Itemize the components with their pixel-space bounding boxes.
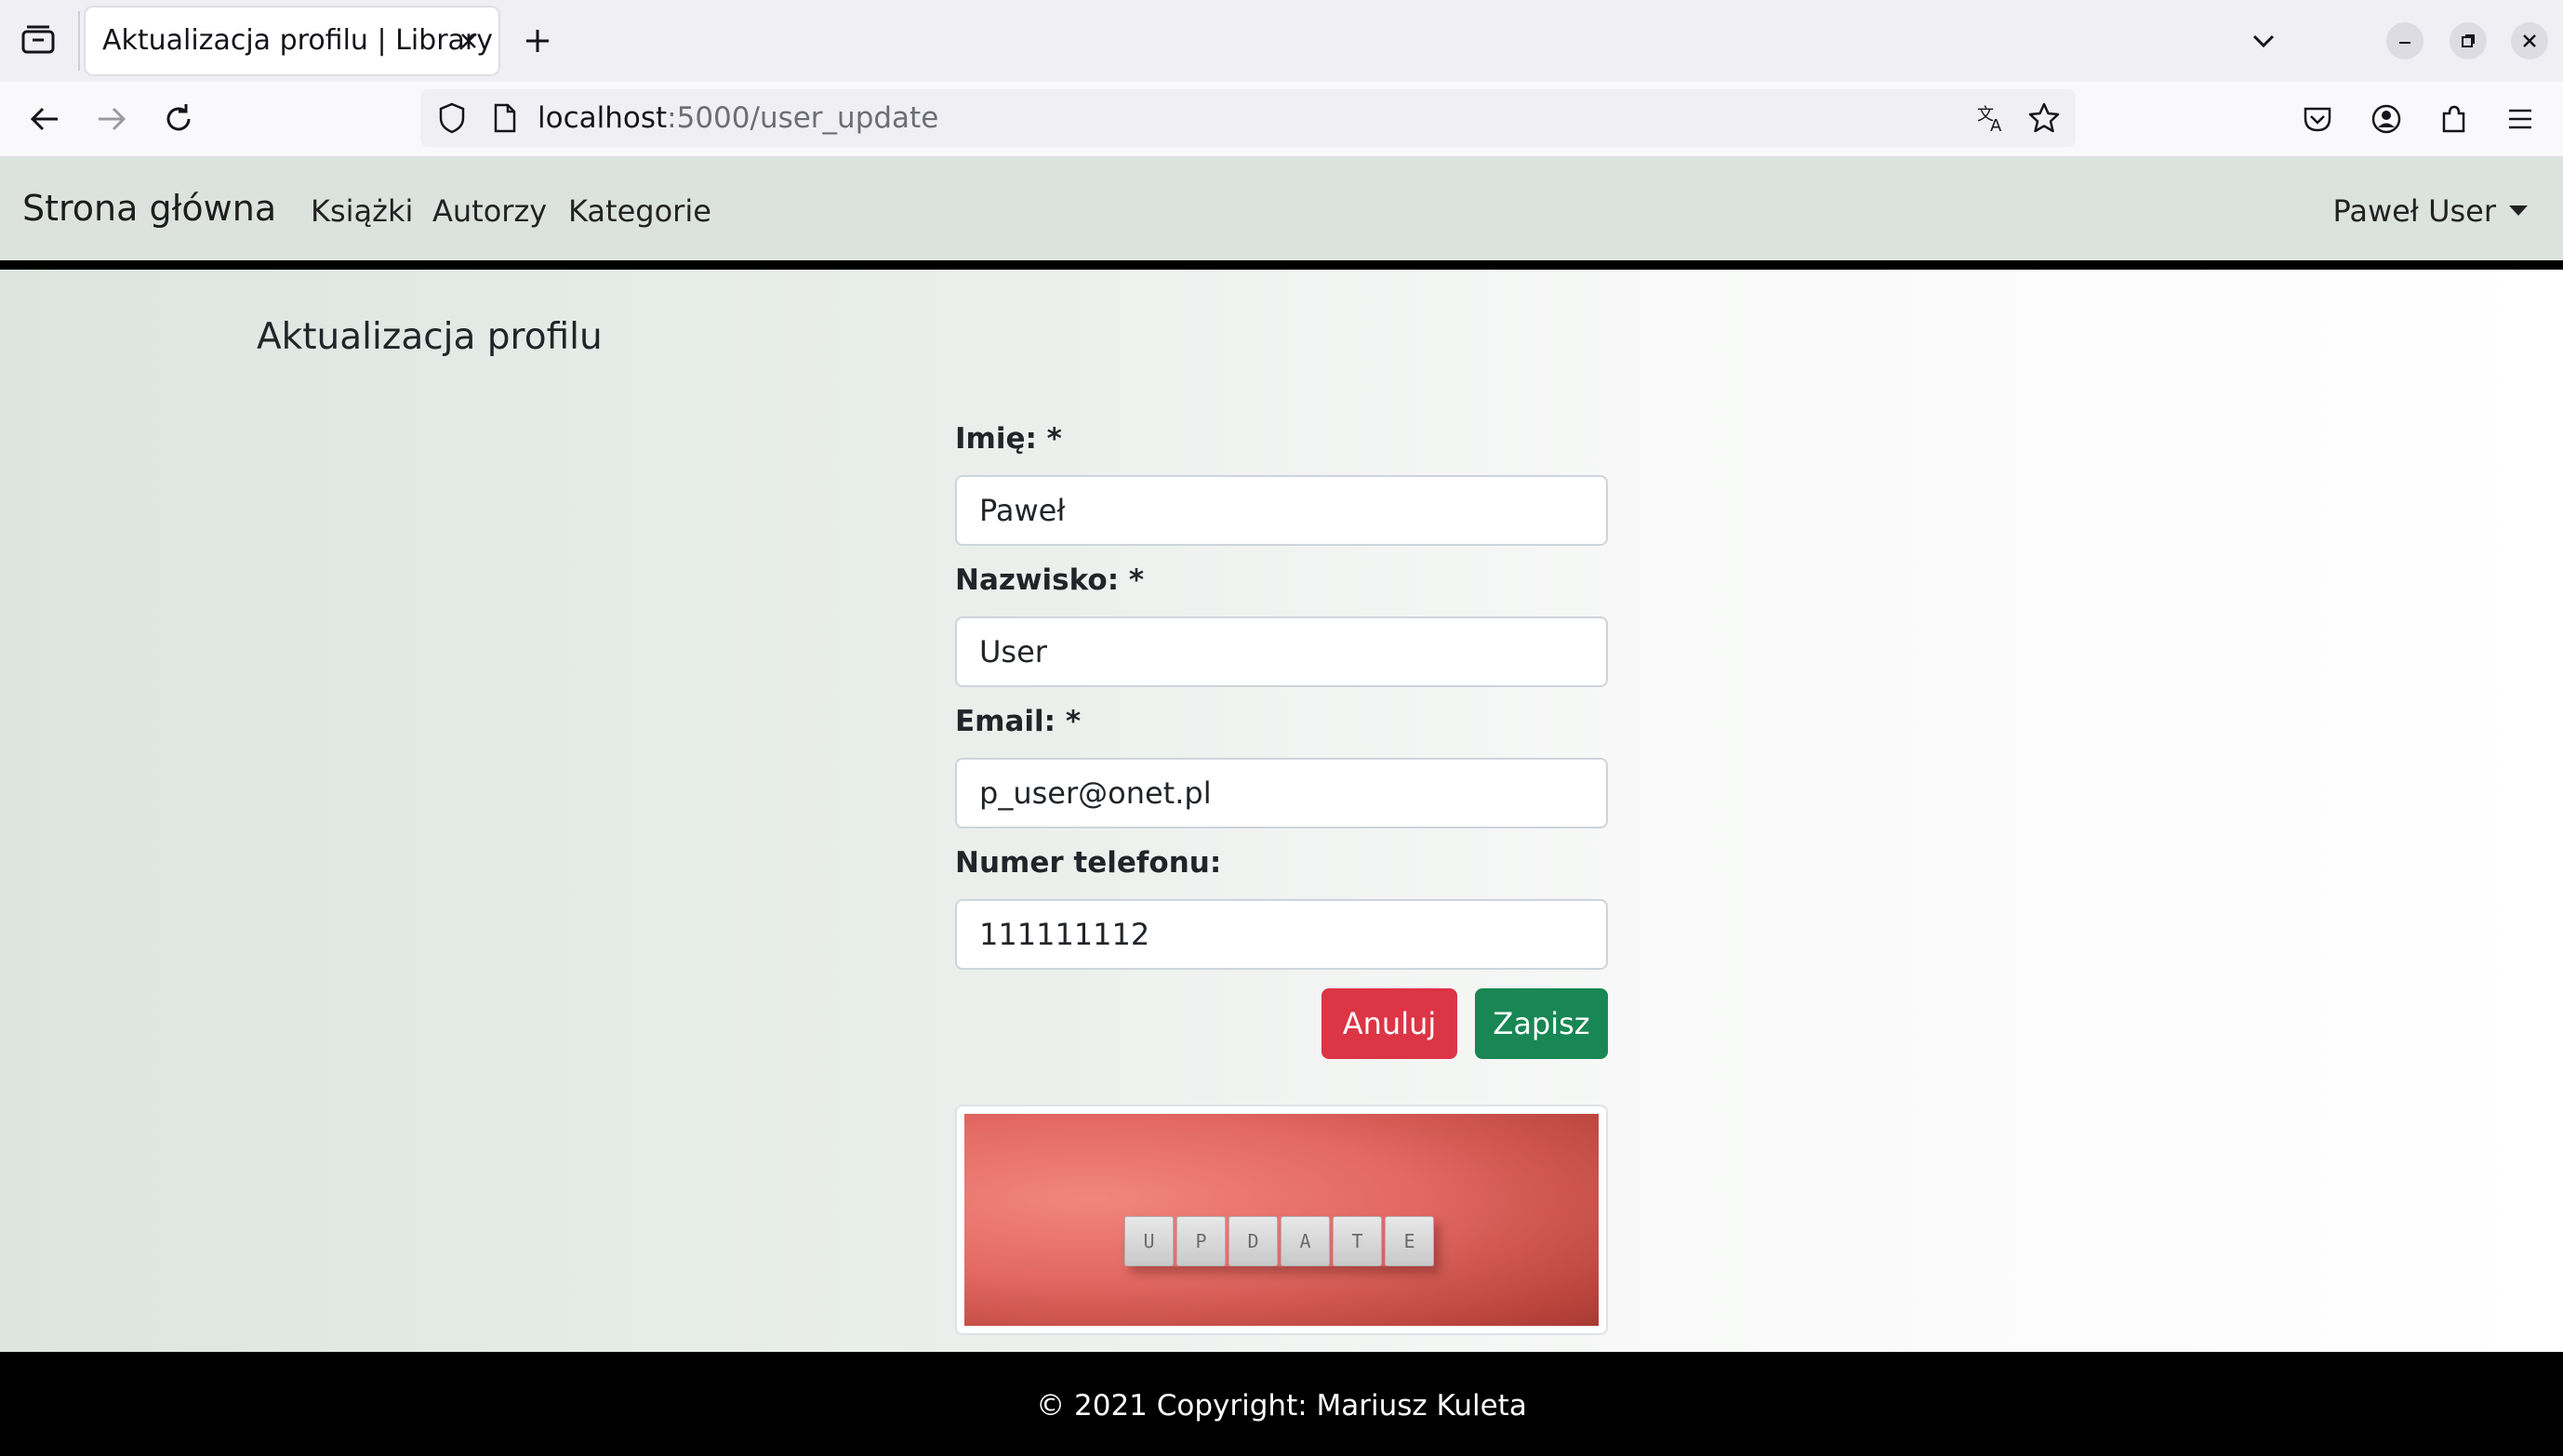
page-icon[interactable]: [485, 99, 523, 137]
restore-icon: [2462, 34, 2475, 47]
account-icon[interactable]: [2368, 100, 2405, 138]
nav-link-categories[interactable]: Kategorie: [568, 193, 711, 229]
caret-down-icon: [2509, 205, 2528, 216]
save-button[interactable]: Zapisz: [1475, 988, 1608, 1059]
nav-link-books[interactable]: Książki: [311, 193, 413, 229]
update-image-card: U P D A T E: [955, 1105, 1608, 1335]
letter-tile: P: [1176, 1216, 1226, 1266]
browser-tab-active[interactable]: Aktualizacja profilu | Library: [86, 7, 498, 74]
tab-title: Aktualizacja profilu | Library: [102, 24, 493, 57]
minimize-icon: [2399, 42, 2410, 44]
first-name-label: Imię: *: [955, 422, 1062, 456]
address-bar[interactable]: localhost:5000/user_update 文 A: [420, 89, 2076, 147]
letter-tiles: U P D A T E: [1124, 1216, 1434, 1266]
minimize-window-button[interactable]: [2386, 22, 2424, 60]
browser-tab-strip: Aktualizacja profilu | Library: [0, 0, 2563, 82]
close-window-button[interactable]: [2511, 22, 2548, 60]
shield-icon[interactable]: [433, 99, 471, 137]
user-name: Paweł User: [2332, 193, 2496, 229]
bookmark-star-icon[interactable]: [2025, 99, 2063, 137]
letter-tile: T: [1333, 1216, 1382, 1266]
back-icon[interactable]: [26, 100, 63, 138]
first-name-field[interactable]: [955, 475, 1608, 546]
page-title: Aktualizacja profilu: [257, 316, 603, 358]
url-path: :5000/user_update: [667, 101, 939, 135]
pocket-icon[interactable]: [2299, 100, 2336, 138]
url-text[interactable]: localhost:5000/user_update: [538, 101, 938, 135]
forward-icon[interactable]: [93, 100, 130, 138]
brand-home-link[interactable]: Strona główna: [22, 188, 276, 229]
email-field[interactable]: [955, 758, 1608, 828]
reload-icon[interactable]: [160, 100, 197, 138]
site-navbar: Strona główna Książki Autorzy Kategorie …: [0, 158, 2563, 270]
close-icon: [2523, 34, 2536, 47]
tab-list-icon[interactable]: [20, 24, 56, 56]
page-footer: © 2021 Copyright: Mariusz Kuleta: [0, 1352, 2563, 1456]
letter-tile: A: [1281, 1216, 1330, 1266]
cancel-button[interactable]: Anuluj: [1321, 988, 1457, 1059]
user-dropdown[interactable]: Paweł User: [2332, 193, 2528, 229]
close-tab-icon[interactable]: [454, 26, 484, 56]
phone-field[interactable]: [955, 899, 1608, 970]
nav-link-authors[interactable]: Autorzy: [432, 193, 547, 229]
menu-icon[interactable]: [2502, 100, 2539, 138]
browser-toolbar: localhost:5000/user_update 文 A: [0, 82, 2563, 158]
url-host: localhost: [538, 101, 668, 135]
chevron-down-icon[interactable]: [2247, 24, 2280, 58]
phone-label: Numer telefonu:: [955, 846, 1222, 880]
tab-separator: [78, 11, 80, 71]
new-tab-icon[interactable]: [521, 24, 554, 58]
last-name-label: Nazwisko: *: [955, 563, 1145, 597]
copyright-text: © 2021 Copyright: Mariusz Kuleta: [1036, 1389, 1527, 1423]
svg-text:A: A: [1990, 116, 2002, 136]
letter-tile: E: [1385, 1216, 1434, 1266]
last-name-field[interactable]: [955, 616, 1608, 687]
letter-tile: U: [1124, 1216, 1174, 1266]
email-label: Email: *: [955, 705, 1082, 738]
restore-window-button[interactable]: [2450, 22, 2487, 60]
extensions-icon[interactable]: [2435, 100, 2472, 138]
translate-icon[interactable]: 文 A: [1973, 99, 2011, 137]
main-content: Aktualizacja profilu Imię: * Nazwisko: *…: [0, 270, 2563, 1352]
letter-tile: D: [1228, 1216, 1278, 1266]
update-tiles-image: U P D A T E: [964, 1114, 1599, 1326]
